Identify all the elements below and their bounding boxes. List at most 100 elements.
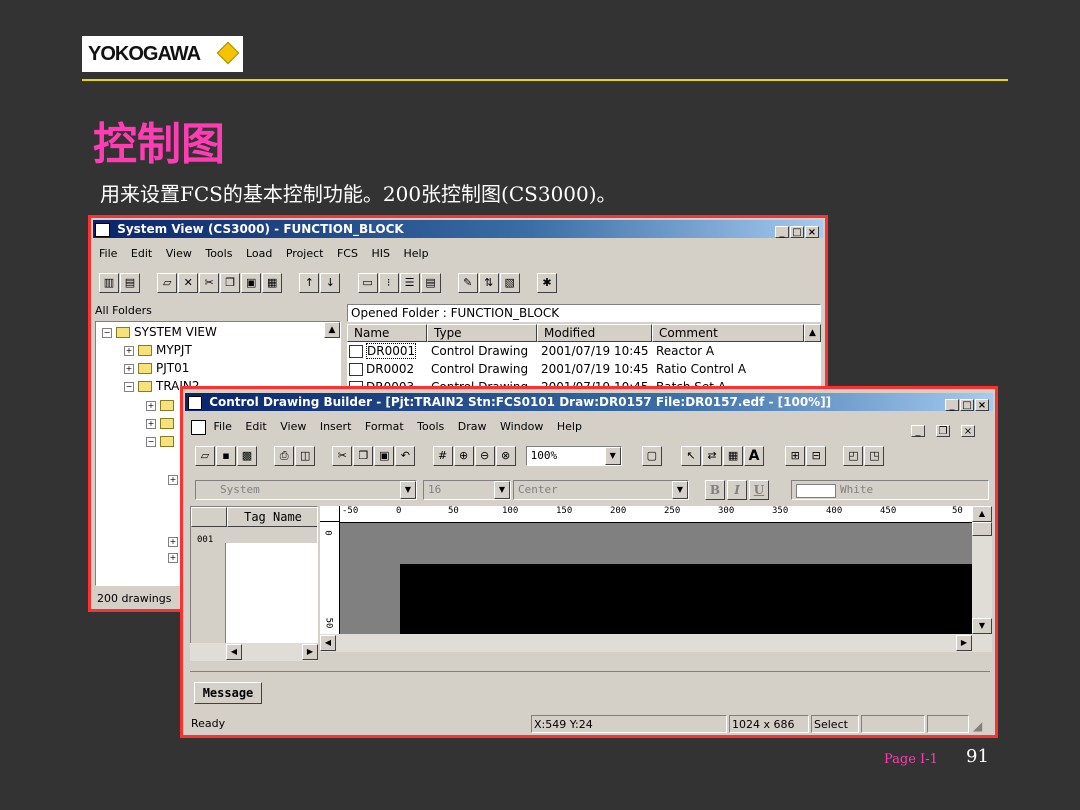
menu-fcs[interactable]: FCS — [337, 247, 358, 260]
underline-button[interactable]: U — [749, 480, 769, 500]
scroll-down-icon[interactable]: ▼ — [972, 618, 992, 634]
print-icon[interactable]: ⎙ — [274, 446, 295, 466]
menu-edit[interactable]: Edit — [131, 247, 152, 260]
tree-item[interactable]: + PJT01 — [124, 361, 189, 375]
save-icon[interactable]: ▪ — [216, 446, 236, 466]
pointer-icon[interactable]: ↖ — [681, 446, 702, 466]
control-drawing-builder-window[interactable]: Control Drawing Builder - [Pjt:TRAIN2 St… — [180, 386, 998, 738]
delete-icon[interactable]: ✕ — [178, 273, 199, 293]
doc-restore-icon[interactable]: ❐ — [936, 425, 950, 437]
menu-help[interactable]: Help — [557, 420, 582, 433]
resize-grip-icon[interactable]: ◢ — [973, 717, 982, 735]
up-level-icon[interactable]: ↑ — [299, 273, 320, 293]
expand-icon[interactable]: + — [146, 418, 156, 429]
zoom-out-icon[interactable]: ⊖ — [474, 446, 495, 466]
menu-edit[interactable]: Edit — [245, 420, 266, 433]
system-view-titlebar[interactable]: System View (CS3000) - FUNCTION_BLOCK _ □… — [93, 220, 823, 238]
expand-icon[interactable]: + — [168, 474, 178, 485]
down-level-icon[interactable]: ↓ — [320, 273, 341, 293]
col-header-comment[interactable]: Comment — [652, 324, 804, 342]
properties-icon[interactable]: ✎ — [457, 273, 478, 293]
menu-tools[interactable]: Tools — [205, 247, 232, 260]
tree-item[interactable]: + — [146, 398, 178, 412]
tag-row[interactable]: 001 — [191, 527, 317, 545]
collapse-icon[interactable]: − — [146, 436, 156, 447]
menu-file[interactable]: File — [214, 420, 232, 433]
list-view-icon[interactable]: ☰ — [399, 273, 420, 293]
italic-button[interactable]: I — [727, 480, 747, 500]
menu-view[interactable]: View — [280, 420, 306, 433]
scroll-left-icon[interactable]: ◀ — [226, 644, 242, 660]
large-icons-icon[interactable]: ▭ — [357, 273, 378, 293]
tag-pane-scrollbar[interactable]: ◀ ▶ — [190, 643, 318, 661]
undo-icon[interactable]: ↶ — [395, 446, 416, 466]
cut-icon[interactable]: ✂ — [332, 446, 353, 466]
doc-close-icon[interactable]: × — [961, 425, 975, 437]
menu-his[interactable]: HIS — [371, 247, 390, 260]
tag-name-header[interactable]: Tag Name — [227, 507, 317, 527]
expand-icon[interactable]: + — [146, 400, 156, 411]
expand-icon[interactable]: + — [168, 552, 178, 563]
text-tool-icon[interactable]: A — [744, 446, 765, 466]
tag-name-pane[interactable]: Tag Name 001 — [190, 506, 318, 652]
ungroup-icon[interactable]: ◳ — [864, 446, 885, 466]
tree-scrollbar-up[interactable]: ▲ — [324, 322, 340, 338]
zoom-fit-icon[interactable]: ⊗ — [495, 446, 516, 466]
menu-project[interactable]: Project — [286, 247, 324, 260]
grid-icon[interactable]: # — [432, 446, 453, 466]
collapse-icon[interactable]: − — [102, 327, 112, 338]
scroll-right-icon[interactable]: ▶ — [956, 635, 972, 651]
chevron-down-icon[interactable]: ▼ — [672, 481, 688, 499]
page-icon[interactable]: ▢ — [641, 446, 662, 466]
list-icon[interactable]: ▤ — [120, 273, 140, 293]
col-header-name[interactable]: Name — [347, 324, 427, 342]
function-block-icon[interactable]: ▦ — [723, 446, 744, 466]
copy-icon[interactable]: ❐ — [220, 273, 241, 293]
table-row[interactable]: DR0002 Control Drawing 2001/07/19 10:45 … — [349, 362, 804, 380]
paste-icon[interactable]: ▣ — [241, 273, 262, 293]
horizontal-scrollbar[interactable]: ◀ ▶ — [320, 634, 972, 652]
group-icon[interactable]: ⊟ — [806, 446, 827, 466]
menu-format[interactable]: Format — [365, 420, 404, 433]
menu-help[interactable]: Help — [403, 247, 428, 260]
list-scroll-up[interactable]: ▲ — [804, 324, 821, 342]
collapse-icon[interactable]: − — [124, 381, 134, 392]
menu-window[interactable]: Window — [500, 420, 543, 433]
align-select[interactable]: Center ▼ — [513, 480, 689, 500]
minimize-icon[interactable]: _ — [775, 225, 789, 238]
filter-icon[interactable]: ▧ — [499, 273, 520, 293]
expand-icon[interactable]: + — [124, 363, 134, 374]
zoom-select[interactable]: 100% ▼ — [525, 446, 622, 466]
zoom-in-icon[interactable]: ⊕ — [453, 446, 474, 466]
menu-insert[interactable]: Insert — [320, 420, 352, 433]
align-icon[interactable]: ⊞ — [785, 446, 806, 466]
drawing-page[interactable] — [400, 564, 972, 634]
open-icon[interactable]: ▱ — [195, 446, 215, 466]
menu-draw[interactable]: Draw — [458, 420, 487, 433]
close-icon[interactable]: × — [805, 225, 819, 238]
chevron-down-icon[interactable]: ▼ — [604, 447, 621, 465]
doc-minimize-icon[interactable]: _ — [911, 425, 925, 437]
cut-icon[interactable]: ✂ — [199, 273, 220, 293]
menu-file[interactable]: File — [99, 247, 117, 260]
print-preview-icon[interactable]: ◫ — [295, 446, 316, 466]
tree-item[interactable]: − SYSTEM VIEW — [102, 325, 217, 339]
menu-load[interactable]: Load — [246, 247, 272, 260]
details-view-icon[interactable]: ▤ — [420, 273, 441, 293]
table-row[interactable]: DR0001 Control Drawing 2001/07/19 10:45 … — [349, 343, 804, 362]
font-name-select[interactable]: System ▼ — [195, 480, 417, 500]
scroll-left-icon[interactable]: ◀ — [320, 635, 336, 651]
maximize-icon[interactable]: □ — [960, 398, 974, 411]
close-icon[interactable]: × — [975, 398, 989, 411]
bold-button[interactable]: B — [705, 480, 725, 500]
copy-icon[interactable]: ❐ — [353, 446, 374, 466]
font-size-select[interactable]: 16 ▼ — [423, 480, 511, 500]
builder-titlebar[interactable]: Control Drawing Builder - [Pjt:TRAIN2 St… — [185, 393, 993, 411]
small-icons-icon[interactable]: ⁝ — [378, 273, 399, 293]
color-select[interactable]: White — [791, 480, 989, 500]
save-all-icon[interactable]: ▩ — [237, 446, 257, 466]
connect-icon[interactable]: ⇄ — [702, 446, 723, 466]
menu-view[interactable]: View — [166, 247, 192, 260]
tree-item[interactable]: − — [146, 434, 178, 448]
message-tab[interactable]: Message — [194, 682, 262, 704]
